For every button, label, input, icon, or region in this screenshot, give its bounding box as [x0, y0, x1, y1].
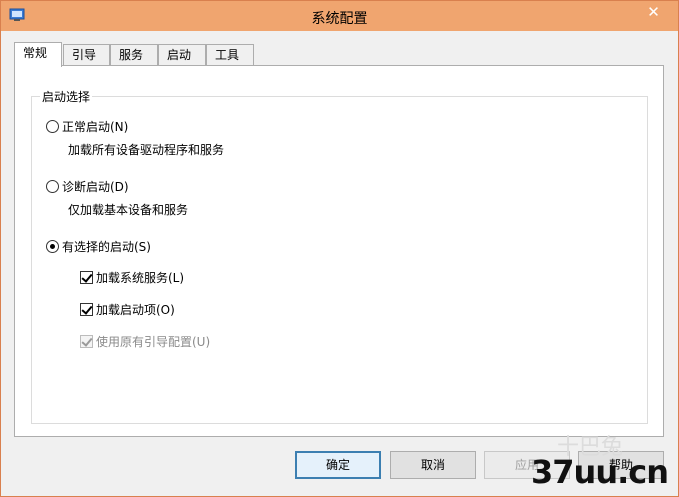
system-config-window: 系统配置 ✕ 常规 引导 服务 启动 工具 启动选择 正常启动(N) 加载所有设…	[0, 0, 679, 497]
checkbox-checked[interactable]	[80, 303, 93, 316]
normal-startup-label: 正常启动(N)	[62, 120, 129, 134]
load-system-services-label: 加载系统服务(L)	[96, 271, 185, 285]
dialog-body: 常规 引导 服务 启动 工具 启动选择 正常启动(N) 加载所有设备驱动程序和服…	[8, 31, 672, 491]
watermark-logo: 37uu.cn	[531, 453, 669, 491]
tab-boot[interactable]: 引导	[63, 44, 110, 66]
ok-button[interactable]: 确定	[295, 451, 381, 479]
group-title: 启动选择	[40, 88, 93, 105]
diagnostic-startup-label: 诊断启动(D)	[62, 180, 129, 194]
window-title: 系统配置	[311, 11, 368, 27]
tab-services[interactable]: 服务	[110, 44, 158, 66]
radio-button-selected[interactable]	[46, 240, 59, 253]
load-startup-items-checkbox[interactable]: 加载启动项(O)	[80, 301, 175, 318]
radio-button[interactable]	[46, 180, 59, 193]
use-original-boot-config-label: 使用原有引导配置(U)	[96, 335, 211, 349]
use-original-boot-config-checkbox: 使用原有引导配置(U)	[80, 333, 210, 350]
radio-button[interactable]	[46, 120, 59, 133]
cancel-button[interactable]: 取消	[390, 451, 476, 479]
tab-general[interactable]: 常规	[14, 42, 62, 67]
title-bar[interactable]: 系统配置 ✕	[1, 1, 678, 31]
checkbox-checked-disabled	[80, 335, 93, 348]
checkbox-checked[interactable]	[80, 271, 93, 284]
close-icon[interactable]: ✕	[631, 2, 676, 22]
diagnostic-startup-desc: 仅加载基本设备和服务	[68, 203, 189, 217]
tab-tools[interactable]: 工具	[206, 44, 254, 66]
startup-selection-group: 启动选择 正常启动(N) 加载所有设备驱动程序和服务 诊断启动(D) 仅加载基本…	[31, 88, 648, 424]
load-startup-items-label: 加载启动项(O)	[96, 303, 175, 317]
load-system-services-checkbox[interactable]: 加载系统服务(L)	[80, 269, 184, 286]
tab-startup[interactable]: 启动	[158, 44, 206, 66]
normal-startup-radio[interactable]: 正常启动(N)	[46, 118, 128, 135]
general-tab-panel: 启动选择 正常启动(N) 加载所有设备驱动程序和服务 诊断启动(D) 仅加载基本…	[14, 65, 664, 437]
selective-startup-radio[interactable]: 有选择的启动(S)	[46, 238, 151, 255]
diagnostic-startup-radio[interactable]: 诊断启动(D)	[46, 178, 129, 195]
normal-startup-desc: 加载所有设备驱动程序和服务	[68, 143, 225, 157]
selective-startup-label: 有选择的启动(S)	[62, 240, 151, 254]
